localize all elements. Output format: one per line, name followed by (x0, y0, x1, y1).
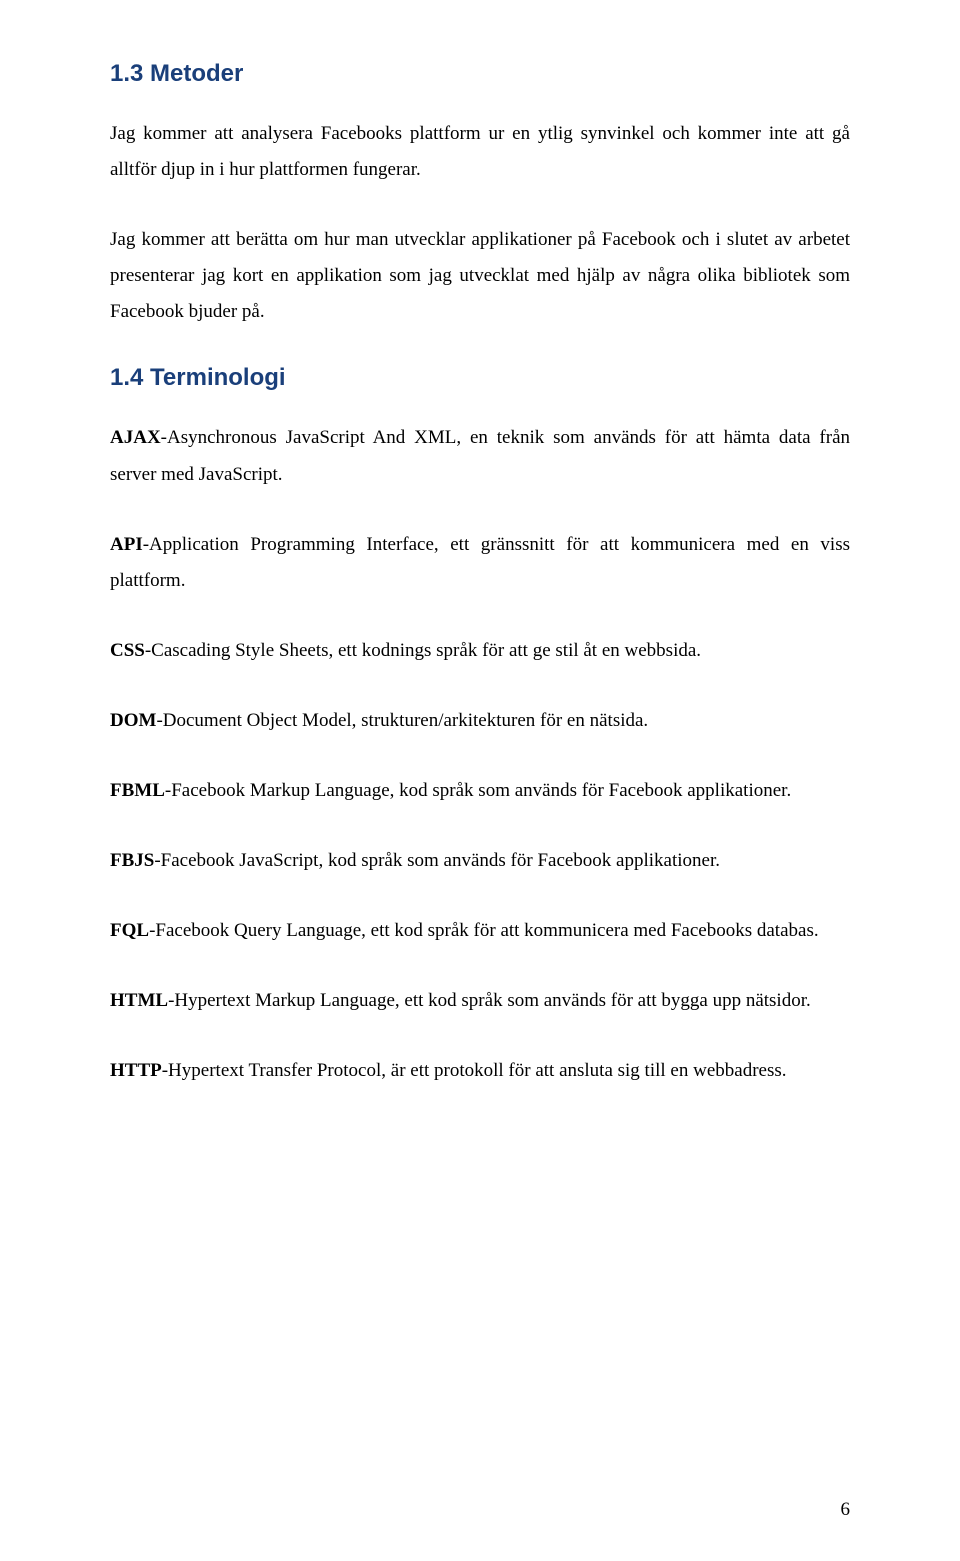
term-bold: FQL (110, 920, 149, 941)
term-api: API-Application Programming Interface, e… (110, 527, 850, 599)
term-fql: FQL-Facebook Query Language, ett kod spr… (110, 913, 850, 949)
term-bold: FBML (110, 780, 165, 801)
term-rest: -Cascading Style Sheets, ett kodnings sp… (145, 640, 701, 661)
term-bold: API (110, 534, 143, 555)
term-ajax: AJAX-Asynchronous JavaScript And XML, en… (110, 420, 850, 492)
term-bold: HTTP (110, 1060, 162, 1081)
term-rest: -Hypertext Markup Language, ett kod språ… (168, 990, 811, 1011)
term-html: HTML-Hypertext Markup Language, ett kod … (110, 983, 850, 1019)
term-rest: -Asynchronous JavaScript And XML, en tek… (110, 427, 850, 484)
term-rest: -Application Programming Interface, ett … (110, 534, 850, 591)
page-container: 1.3 Metoder Jag kommer att analysera Fac… (0, 0, 960, 1561)
term-http: HTTP-Hypertext Transfer Protocol, är ett… (110, 1053, 850, 1089)
term-bold: DOM (110, 710, 156, 731)
term-fbml: FBML-Facebook Markup Language, kod språk… (110, 773, 850, 809)
paragraph-metoder-1: Jag kommer att analysera Facebooks platt… (110, 116, 850, 188)
term-rest: -Document Object Model, strukturen/arkit… (156, 710, 648, 731)
term-rest: -Facebook JavaScript, kod språk som anvä… (154, 850, 720, 871)
paragraph-metoder-2: Jag kommer att berätta om hur man utveck… (110, 222, 850, 330)
term-fbjs: FBJS-Facebook JavaScript, kod språk som … (110, 843, 850, 879)
heading-metoder: 1.3 Metoder (110, 60, 850, 88)
term-bold: AJAX (110, 427, 161, 448)
term-rest: -Facebook Markup Language, kod språk som… (165, 780, 791, 801)
heading-terminologi: 1.4 Terminologi (110, 364, 850, 392)
term-bold: FBJS (110, 850, 154, 871)
page-number: 6 (841, 1499, 851, 1521)
term-css: CSS-Cascading Style Sheets, ett kodnings… (110, 633, 850, 669)
term-rest: -Facebook Query Language, ett kod språk … (149, 920, 819, 941)
term-dom: DOM-Document Object Model, strukturen/ar… (110, 703, 850, 739)
term-rest: -Hypertext Transfer Protocol, är ett pro… (162, 1060, 787, 1081)
term-bold: CSS (110, 640, 145, 661)
term-bold: HTML (110, 990, 168, 1011)
